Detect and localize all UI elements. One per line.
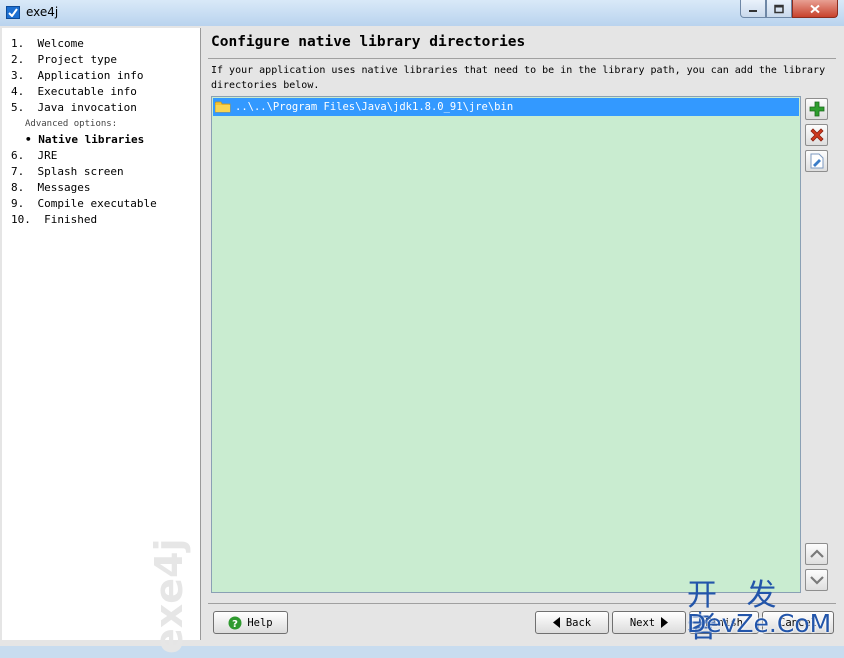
site-watermark-english: DevZe.CoM <box>687 609 832 638</box>
help-button[interactable]: ? Help <box>213 611 288 634</box>
app-window: exe4j 1. Welcome 2. Project type 3. Appl… <box>0 0 844 654</box>
native-library-list[interactable]: ..\..\Program Files\Java\jdk1.8.0_91\jre… <box>211 96 801 593</box>
arrow-left-icon <box>552 617 560 628</box>
folder-icon <box>215 101 231 113</box>
remove-directory-button[interactable] <box>805 124 828 146</box>
step-application-info[interactable]: 3. Application info <box>11 68 157 84</box>
page-title: Configure native library directories <box>211 34 526 50</box>
close-icon <box>810 4 820 13</box>
close-window-button[interactable] <box>792 0 838 18</box>
next-label: Next <box>629 616 656 629</box>
step-java-invocation[interactable]: 5. Java invocation <box>11 100 157 116</box>
arrow-right-icon <box>661 617 669 628</box>
advanced-options-heading: Advanced options: <box>25 119 118 129</box>
title-bar[interactable]: exe4j <box>0 0 844 26</box>
content-pane: Configure native library directories If … <box>202 28 840 640</box>
move-up-button[interactable] <box>805 543 828 565</box>
edit-directory-button[interactable] <box>805 150 828 172</box>
sidebar-logo-text: exe4j <box>152 538 191 654</box>
svg-text:?: ? <box>232 619 238 630</box>
add-directory-button[interactable] <box>805 98 828 120</box>
minimize-icon <box>749 9 757 12</box>
list-item[interactable]: ..\..\Program Files\Java\jdk1.8.0_91\jre… <box>213 98 799 116</box>
edit-icon <box>810 153 823 169</box>
move-up-icon <box>809 549 824 558</box>
window-title: exe4j <box>26 5 59 19</box>
step-jre[interactable]: 6. JRE <box>11 148 157 164</box>
step-messages[interactable]: 8. Messages <box>11 180 157 196</box>
steps-sidebar: 1. Welcome 2. Project type 3. Applicatio… <box>2 28 201 654</box>
remove-icon <box>809 128 824 142</box>
minimize-button[interactable] <box>740 0 766 18</box>
maximize-button[interactable] <box>766 0 792 18</box>
page-description: If your application uses native librarie… <box>211 65 826 91</box>
help-label: Help <box>247 616 273 629</box>
step-splash-screen[interactable]: 7. Splash screen <box>11 164 157 180</box>
help-icon: ? <box>228 616 242 630</box>
back-label: Back <box>565 616 592 629</box>
next-button[interactable]: Next <box>612 611 686 634</box>
window-controls <box>740 0 838 19</box>
back-button[interactable]: Back <box>535 611 609 634</box>
app-icon <box>6 6 20 19</box>
step-compile-executable[interactable]: 9. Compile executable <box>11 196 157 212</box>
directory-path: ..\..\Program Files\Java\jdk1.8.0_91\jre… <box>235 101 514 113</box>
maximize-icon <box>774 4 784 13</box>
title-divider <box>208 58 836 59</box>
steps-list: 1. Welcome 2. Project type 3. Applicatio… <box>11 36 157 228</box>
step-welcome[interactable]: 1. Welcome <box>11 36 157 52</box>
step-project-type[interactable]: 2. Project type <box>11 52 157 68</box>
add-icon <box>809 101 824 117</box>
wizard-frame: 1. Welcome 2. Project type 3. Applicatio… <box>0 26 844 654</box>
step-finished[interactable]: 10. Finished <box>11 212 157 228</box>
step-native-libraries[interactable]: • Native libraries <box>11 132 157 148</box>
step-executable-info[interactable]: 4. Executable info <box>11 84 157 100</box>
